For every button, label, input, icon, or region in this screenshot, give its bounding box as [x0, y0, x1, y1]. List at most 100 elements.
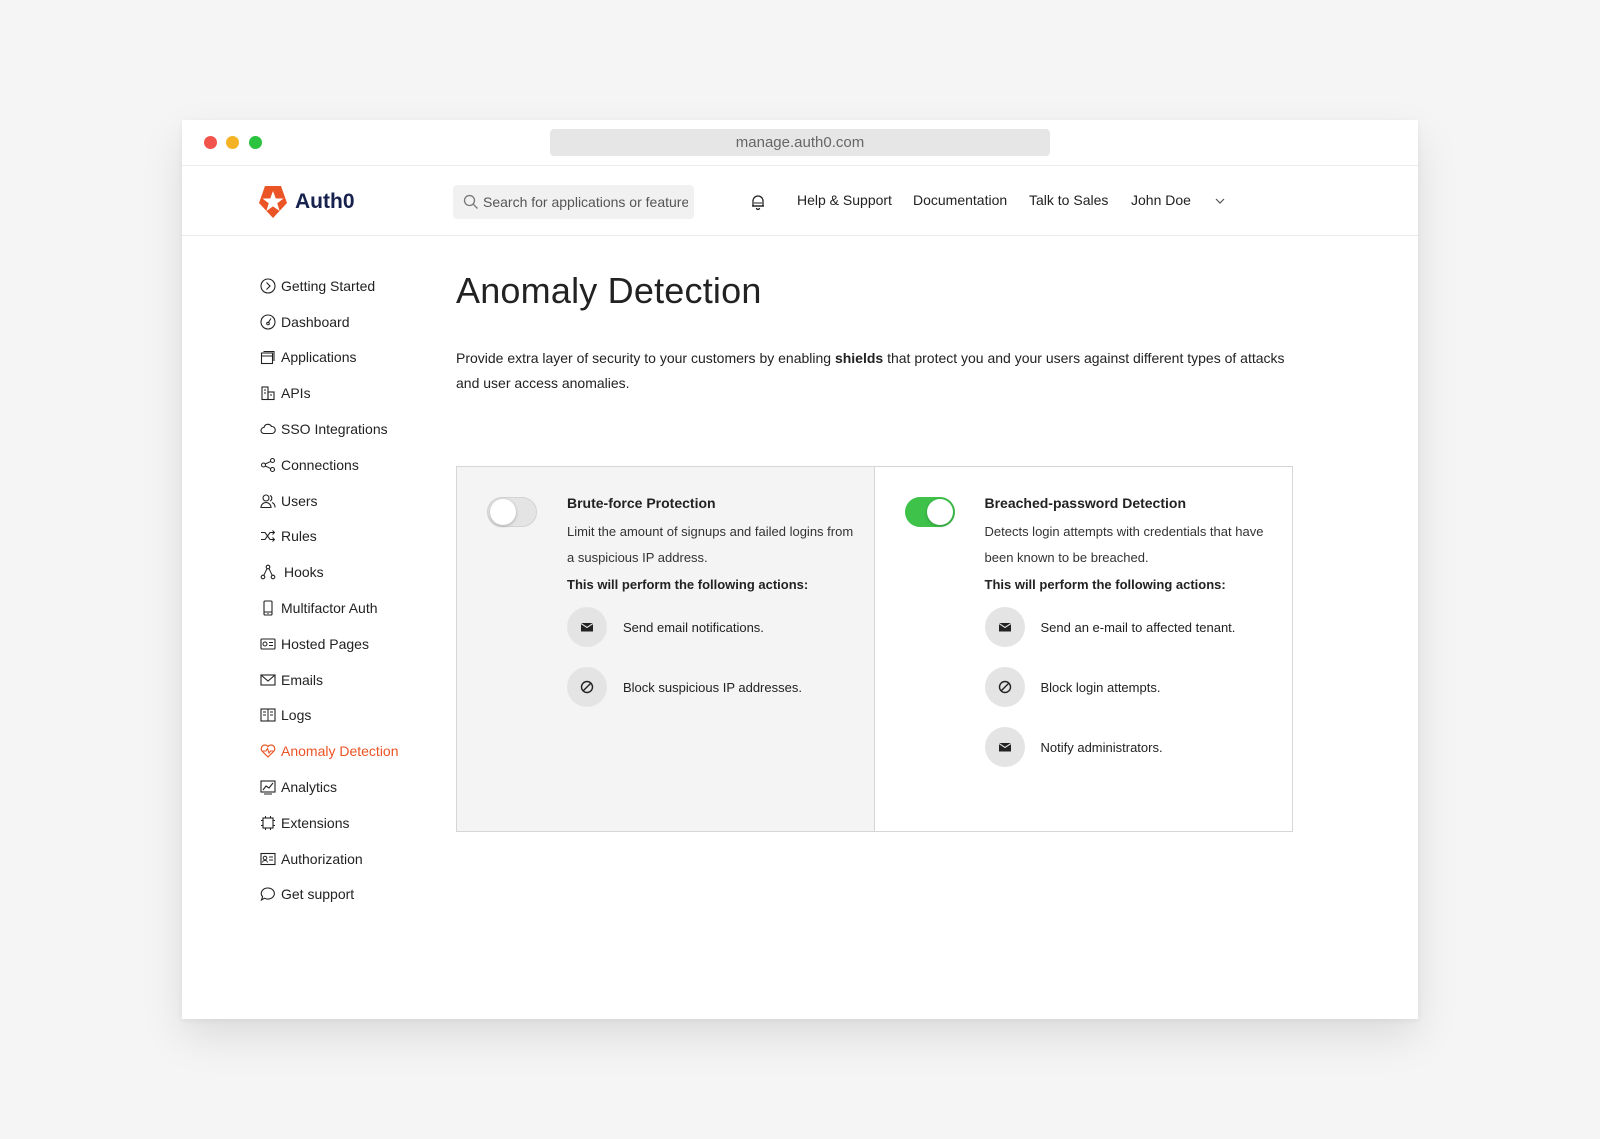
search-input[interactable] [483, 185, 688, 219]
envelope-icon [998, 743, 1011, 752]
sidebar-item-label: Hosted Pages [281, 635, 369, 652]
sidebar-item-sso-integrations[interactable]: SSO Integrations [260, 411, 430, 447]
sidebar-item-connections[interactable]: Connections [260, 447, 430, 483]
card-description: Detects login attempts with credentials … [984, 524, 1264, 565]
card-title: Breached-password Detection [984, 495, 1187, 511]
brute-force-toggle[interactable] [487, 497, 537, 527]
badge-icon [260, 852, 276, 865]
sidebar-item-label: Applications [281, 349, 357, 366]
main-content: Anomaly Detection Provide extra layer of… [456, 270, 1296, 832]
help-support-link[interactable]: Help & Support [797, 192, 892, 208]
documentation-link[interactable]: Documentation [913, 192, 1007, 208]
close-window-button[interactable] [204, 136, 217, 149]
card-description: Limit the amount of signups and failed l… [567, 524, 854, 565]
auth0-logo-icon [259, 186, 287, 218]
book-icon [260, 708, 276, 723]
sidebar-item-label: Logs [281, 707, 312, 724]
action-icon [567, 607, 607, 647]
sidebar-item-authorization[interactable]: Authorization [260, 841, 430, 877]
search-box[interactable] [453, 185, 694, 219]
action-item: Block suspicious IP addresses. [567, 667, 857, 707]
talk-to-sales-link[interactable]: Talk to Sales [1029, 192, 1108, 208]
sidebar-item-applications[interactable]: Applications [260, 340, 430, 376]
actions-list: Send an e-mail to affected tenant. Block… [984, 607, 1275, 767]
hooks-icon [260, 564, 276, 580]
action-item: Send email notifications. [567, 607, 857, 647]
sidebar-item-extensions[interactable]: Extensions [260, 805, 430, 841]
action-item: Block login attempts. [984, 667, 1275, 707]
sidebar-item-label: Rules [281, 528, 317, 545]
sidebar-item-label: APIs [281, 385, 311, 402]
chevron-circle-icon [260, 278, 276, 294]
maximize-window-button[interactable] [249, 136, 262, 149]
minimize-window-button[interactable] [226, 136, 239, 149]
sidebar-item-label: Extensions [281, 814, 350, 831]
breached-password-toggle[interactable] [904, 497, 955, 527]
sidebar-item-label: Users [281, 492, 318, 509]
sidebar-item-users[interactable]: Users [260, 483, 430, 519]
action-label: Send an e-mail to affected tenant. [1040, 619, 1236, 635]
action-item: Notify administrators. [984, 727, 1275, 767]
address-bar[interactable]: manage.auth0.com [550, 129, 1050, 156]
app-header: Auth0 Help & Support Documentation Talk … [182, 166, 1418, 236]
card-body: Brute-force Protection Limit the amount … [567, 495, 857, 727]
action-item: Send an e-mail to affected tenant. [984, 607, 1275, 647]
sidebar-item-get-support[interactable]: Get support [260, 877, 430, 913]
action-icon [984, 667, 1025, 707]
action-label: Send email notifications. [623, 619, 764, 635]
actions-heading: This will perform the following actions: [567, 577, 809, 592]
sidebar-item-getting-started[interactable]: Getting Started [260, 268, 430, 304]
chart-icon [260, 780, 276, 795]
bell-icon[interactable] [750, 193, 766, 211]
sidebar-item-label: Authorization [281, 850, 363, 867]
block-icon [580, 680, 594, 694]
brute-force-card: Brute-force Protection Limit the amount … [457, 467, 875, 831]
description-emphasis: shields [834, 350, 884, 366]
sidebar-item-anomaly-detection[interactable]: Anomaly Detection [260, 733, 430, 769]
sidebar-item-label: Get support [281, 886, 355, 903]
user-menu[interactable]: John Doe [1131, 192, 1191, 208]
action-icon [984, 727, 1025, 767]
sidebar-item-apis[interactable]: APIs [260, 375, 430, 411]
envelope-icon [260, 674, 276, 686]
chevron-down-icon[interactable] [1214, 196, 1226, 206]
card-title: Brute-force Protection [567, 495, 716, 511]
sidebar-item-hooks[interactable]: Hooks [260, 554, 430, 590]
actions-heading: This will perform the following actions: [984, 577, 1226, 592]
browser-titlebar: manage.auth0.com [182, 120, 1418, 166]
shields-container: Brute-force Protection Limit the amount … [456, 466, 1293, 832]
heart-pulse-icon [260, 744, 276, 759]
block-icon [998, 680, 1011, 694]
sidebar-item-logs[interactable]: Logs [260, 698, 430, 734]
logo-text: Auth0 [295, 190, 355, 213]
card-body: Breached-password Detection Detects logi… [984, 495, 1275, 787]
sidebar-item-emails[interactable]: Emails [260, 662, 430, 698]
id-card-icon [260, 638, 276, 650]
envelope-icon [998, 623, 1011, 632]
description-text: Provide extra layer of security to your … [456, 350, 835, 366]
share-nodes-icon [260, 457, 276, 472]
sidebar: Getting Started Dashboard Applications A… [260, 268, 430, 912]
sidebar-item-hosted-pages[interactable]: Hosted Pages [260, 626, 430, 662]
users-icon [260, 494, 276, 508]
sidebar-item-label: Dashboard [281, 313, 350, 330]
sidebar-item-dashboard[interactable]: Dashboard [260, 304, 430, 340]
sidebar-item-analytics[interactable]: Analytics [260, 769, 430, 805]
action-icon [984, 607, 1025, 647]
sidebar-item-multifactor-auth[interactable]: Multifactor Auth [260, 590, 430, 626]
toggle-knob [926, 499, 953, 525]
chip-icon [261, 815, 275, 830]
page-description: Provide extra layer of security to your … [456, 346, 1286, 396]
sidebar-item-label: SSO Integrations [281, 421, 388, 438]
sidebar-item-rules[interactable]: Rules [260, 519, 430, 555]
sidebar-item-label: Hooks [284, 564, 324, 581]
window-stack-icon [260, 351, 275, 365]
cloud-icon [260, 423, 276, 435]
action-label: Block login attempts. [1040, 679, 1161, 695]
breached-password-card: Breached-password Detection Detects logi… [874, 467, 1292, 831]
shuffle-icon [261, 530, 276, 543]
action-label: Notify administrators. [1040, 739, 1163, 755]
logo[interactable]: Auth0 [258, 185, 355, 219]
envelope-icon [580, 623, 594, 632]
browser-window: manage.auth0.com Auth0 Help & Support Do… [182, 120, 1418, 1019]
